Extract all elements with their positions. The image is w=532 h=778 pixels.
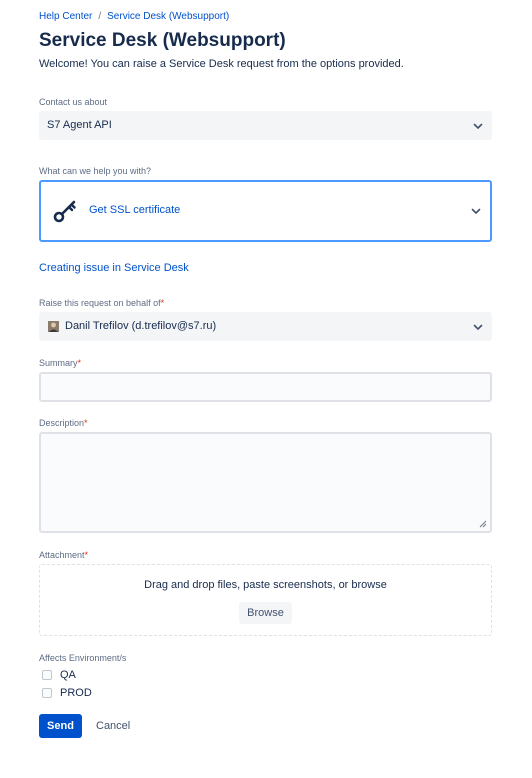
behalf-label-text: Raise this request on behalf of <box>39 298 161 308</box>
description-textarea[interactable] <box>39 432 492 533</box>
attachment-dropzone[interactable]: Drag and drop files, paste screenshots, … <box>39 564 492 636</box>
contact-label: Contact us about <box>39 97 108 107</box>
dropzone-hint: Drag and drop files, paste screenshots, … <box>144 579 387 591</box>
breadcrumb-service-desk[interactable]: Service Desk (Websupport) <box>107 11 229 22</box>
contact-select-value: S7 Agent API <box>47 119 112 131</box>
breadcrumb: Help Center / Service Desk (Websupport) <box>39 11 229 22</box>
summary-label: Summary* <box>39 358 81 368</box>
attachment-label: Attachment* <box>39 550 88 560</box>
help-label: What can we help you with? <box>39 166 152 176</box>
checkbox-qa-label[interactable]: QA <box>60 669 76 681</box>
chevron-down-icon <box>471 208 481 214</box>
avatar <box>48 321 59 332</box>
contact-select[interactable]: S7 Agent API <box>39 111 492 140</box>
chevron-down-icon <box>473 324 483 330</box>
behalf-select-value: Danil Trefilov (d.trefilov@s7.ru) <box>65 320 217 332</box>
browse-button[interactable]: Browse <box>239 602 292 624</box>
summary-input[interactable] <box>39 372 492 402</box>
request-type-value: Get SSL certificate <box>89 204 181 216</box>
description-label-text: Description <box>39 418 85 428</box>
summary-label-text: Summary <box>39 358 78 368</box>
cancel-button[interactable]: Cancel <box>96 720 130 732</box>
behalf-select[interactable]: Danil Trefilov (d.trefilov@s7.ru) <box>39 312 492 341</box>
behalf-label: Raise this request on behalf of* <box>39 298 164 308</box>
creating-issue-link[interactable]: Creating issue in Service Desk <box>39 262 189 274</box>
required-marker: * <box>84 418 88 428</box>
welcome-text: Welcome! You can raise a Service Desk re… <box>39 58 404 70</box>
environment-label: Affects Environment/s <box>39 653 127 663</box>
send-button[interactable]: Send <box>39 714 82 738</box>
attachment-label-text: Attachment <box>39 550 85 560</box>
required-marker: * <box>160 298 165 308</box>
chevron-down-icon <box>473 123 483 129</box>
checkbox-prod[interactable] <box>42 688 52 698</box>
description-label: Description* <box>39 418 88 428</box>
resize-handle-icon[interactable] <box>479 520 487 528</box>
checkbox-qa[interactable] <box>42 670 52 680</box>
required-marker: * <box>84 550 89 560</box>
request-type-select[interactable]: Get SSL certificate <box>39 180 492 242</box>
key-icon <box>53 200 76 223</box>
checkbox-prod-label[interactable]: PROD <box>60 687 92 699</box>
breadcrumb-help-center[interactable]: Help Center <box>39 11 92 22</box>
page-title: Service Desk (Websupport) <box>39 30 286 51</box>
breadcrumb-separator: / <box>98 11 102 22</box>
required-marker: * <box>77 358 82 368</box>
